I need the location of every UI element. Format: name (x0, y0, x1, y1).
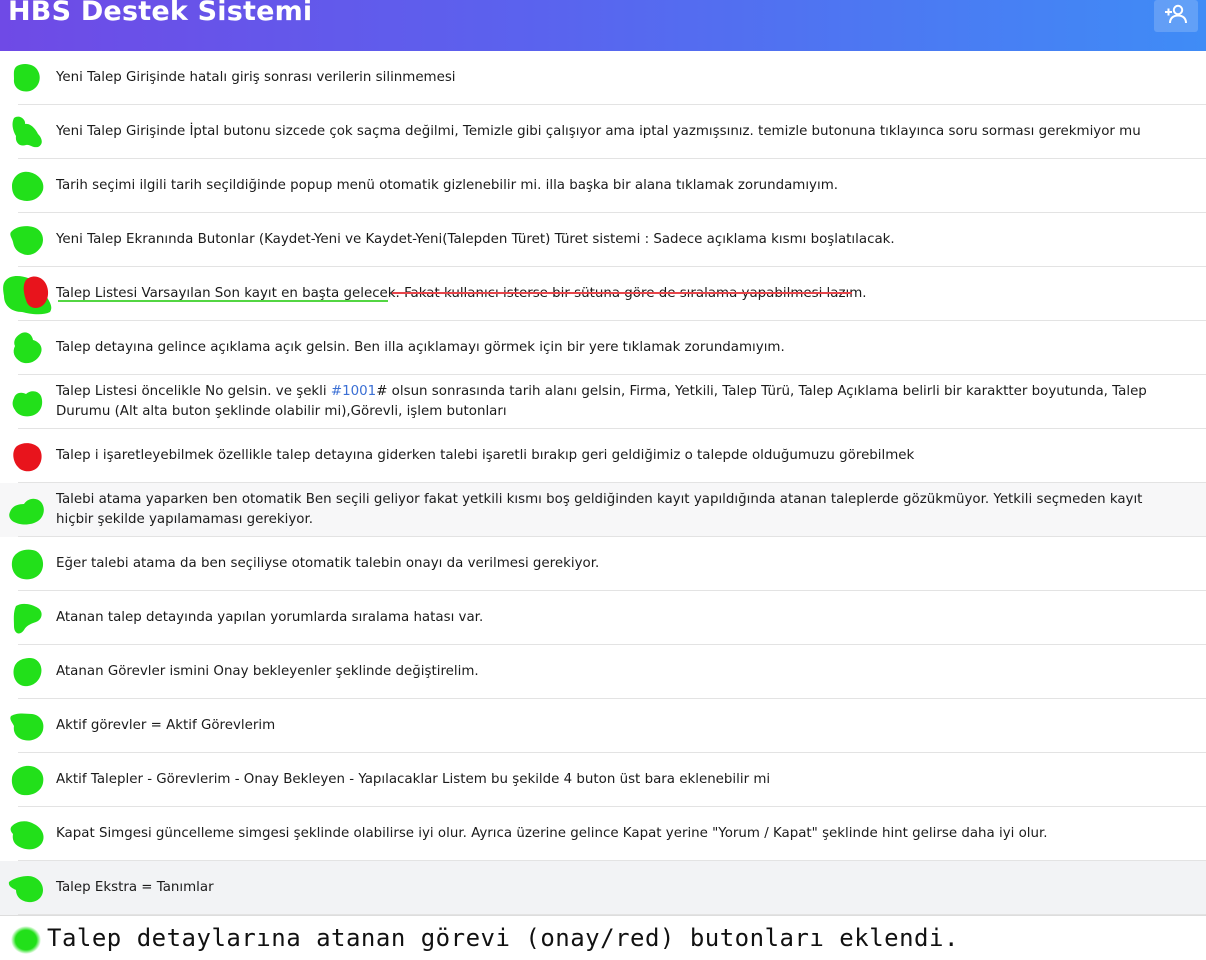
app-header: HBS Destek Sistemi (0, 0, 1206, 51)
request-list: Yeni Talep Girişinde hatalı giriş sonras… (0, 51, 1206, 915)
list-item[interactable]: Aktif görevler = Aktif Görevlerim (0, 699, 1206, 753)
list-item[interactable]: Talep Listesi öncelikle No gelsin. ve şe… (0, 375, 1206, 429)
list-item[interactable]: Talep i işaretleyebilmek özellikle talep… (0, 429, 1206, 483)
done-marker-icon (8, 816, 46, 852)
item-text-done-part: Talep Listesi Varsayılan Son kayıt en ba… (56, 286, 400, 301)
item-text: Yeni Talep Ekranında Butonlar (Kaydet-Ye… (56, 232, 895, 247)
done-marker-icon (8, 168, 46, 204)
list-item[interactable]: Yeni Talep Girişinde hatalı giriş sonras… (0, 51, 1206, 105)
pending-strike (392, 292, 852, 294)
list-item[interactable]: Tarih seçimi ilgili tarih seçildiğinde p… (0, 159, 1206, 213)
list-item[interactable]: Talebi atama yaparken ben otomatik Ben s… (0, 483, 1206, 537)
app-title: HBS Destek Sistemi (8, 0, 313, 27)
list-item[interactable]: Yeni Talep Girişinde İptal butonu sizced… (0, 105, 1206, 159)
done-marker-icon (10, 925, 42, 955)
item-text: Atanan Görevler ismini Onay bekleyenler … (56, 664, 479, 679)
list-item[interactable]: Eğer talebi atama da ben seçiliyse otoma… (0, 537, 1206, 591)
list-item[interactable]: Yeni Talep Ekranında Butonlar (Kaydet-Ye… (0, 213, 1206, 267)
request-number-link[interactable]: #1001 (331, 384, 376, 399)
add-user-icon (1164, 3, 1188, 29)
item-text: Talep Listesi öncelikle No gelsin. ve şe… (56, 382, 1176, 422)
item-text: Aktif görevler = Aktif Görevlerim (56, 718, 276, 733)
list-item[interactable]: Aktif Talepler - Görevlerim - Onay Bekle… (0, 753, 1206, 807)
item-text: Kapat Simgesi güncelleme simgesi şeklind… (56, 826, 1048, 841)
done-marker-icon (8, 708, 46, 744)
done-marker-icon (8, 762, 46, 798)
done-marker-icon (8, 330, 46, 366)
list-item[interactable]: Talep Ekstra = Tanımlar (0, 861, 1206, 915)
done-marker-icon (8, 114, 46, 150)
footer-note: Talep detaylarına atanan görevi (onay/re… (0, 915, 1206, 960)
done-marker-icon (8, 384, 46, 420)
list-item[interactable]: Talep detayına gelince açıklama açık gel… (0, 321, 1206, 375)
done-marker-icon (8, 60, 46, 96)
list-item[interactable]: Talep Listesi Varsayılan Son kayıt en ba… (0, 267, 1206, 321)
done-strike (58, 300, 388, 302)
item-text: Yeni Talep Girişinde hatalı giriş sonras… (56, 70, 456, 85)
item-text-before: Talep Listesi öncelikle No gelsin. ve şe… (56, 384, 331, 399)
item-text: Aktif Talepler - Görevlerim - Onay Bekle… (56, 772, 771, 787)
done-marker-icon (8, 546, 46, 582)
partial-marker-icon (2, 272, 54, 316)
item-text: Yeni Talep Girişinde İptal butonu sizced… (56, 124, 1141, 139)
list-item[interactable]: Atanan Görevler ismini Onay bekleyenler … (0, 645, 1206, 699)
done-marker-icon (8, 654, 46, 690)
footer-text: Talep detaylarına atanan görevi (onay/re… (47, 924, 959, 952)
done-marker-icon (8, 870, 46, 906)
list-item[interactable]: Kapat Simgesi güncelleme simgesi şeklind… (0, 807, 1206, 861)
list-item[interactable]: Atanan talep detayında yapılan yorumlard… (0, 591, 1206, 645)
item-text: Tarih seçimi ilgili tarih seçildiğinde p… (56, 178, 839, 193)
item-text: Atanan talep detayında yapılan yorumlard… (56, 610, 484, 625)
item-text: Talep detayına gelince açıklama açık gel… (56, 340, 785, 355)
item-text: Eğer talebi atama da ben seçiliyse otoma… (56, 556, 600, 571)
done-marker-icon (8, 222, 46, 258)
add-user-button[interactable] (1154, 0, 1198, 32)
done-marker-icon (8, 600, 46, 636)
item-text: Talebi atama yaparken ben otomatik Ben s… (56, 492, 1143, 527)
item-text: Talep i işaretleyebilmek özellikle talep… (56, 448, 915, 463)
done-marker-icon (8, 492, 46, 528)
item-text: Talep Ekstra = Tanımlar (56, 880, 214, 895)
open-marker-icon (8, 438, 46, 474)
